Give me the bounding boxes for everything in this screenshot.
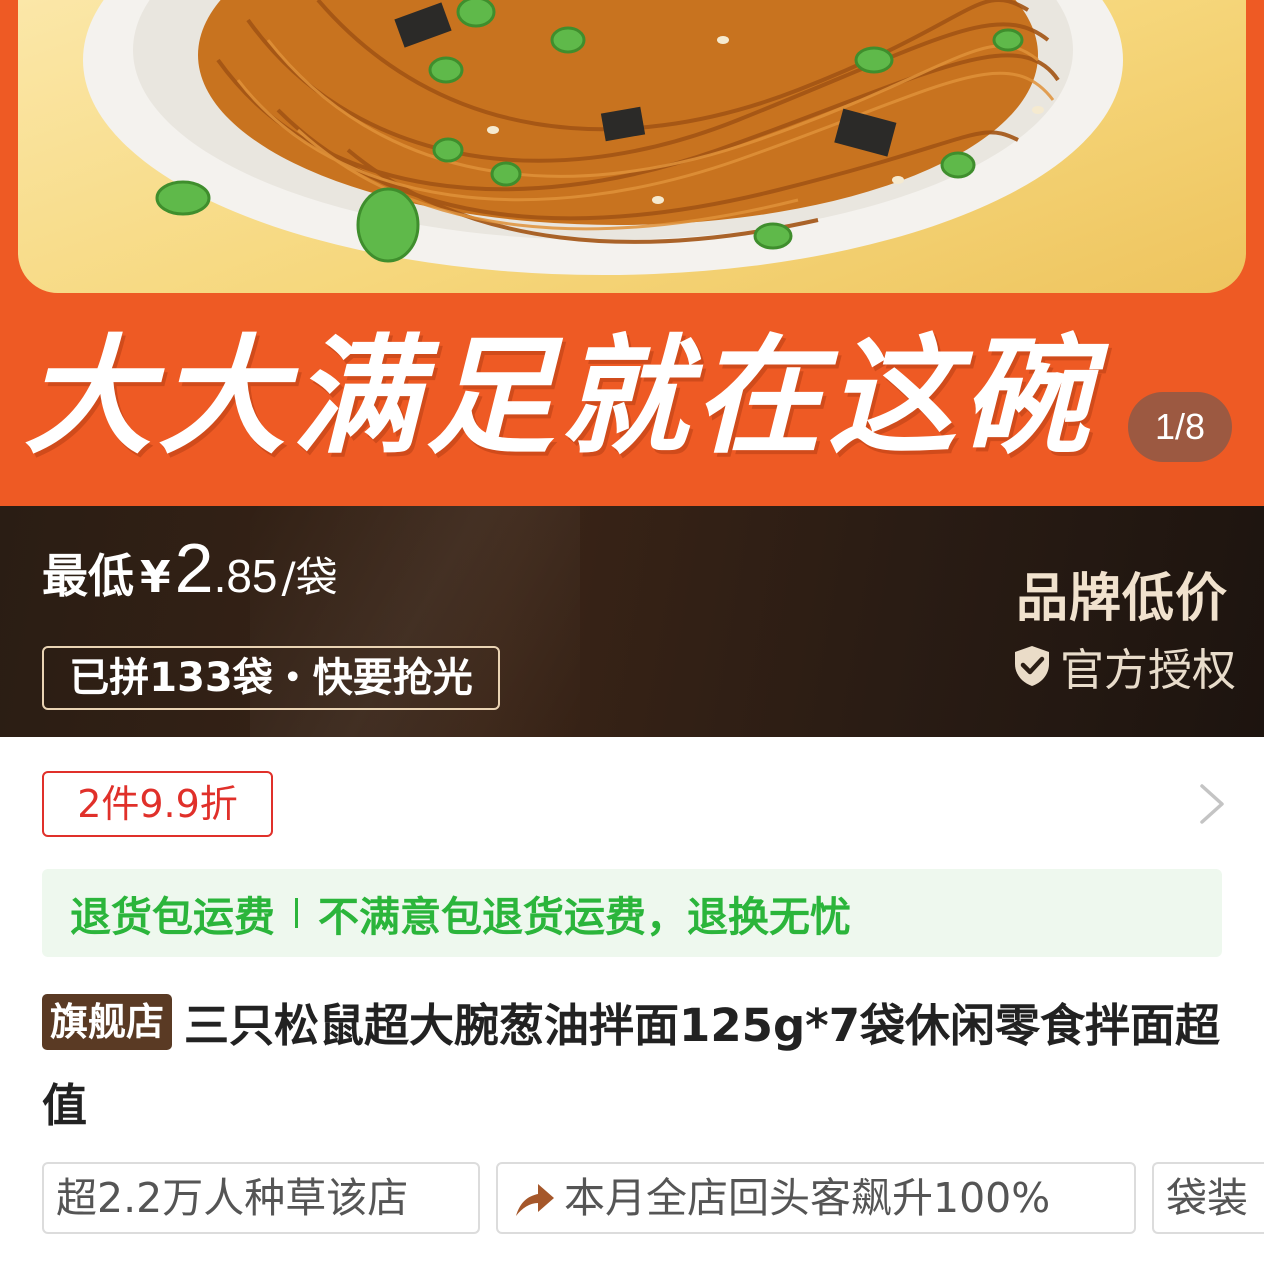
- lowest-price: 最低 ¥ 2 .85 /袋: [42, 528, 338, 618]
- chevron-right-icon[interactable]: [1196, 782, 1228, 826]
- image-page-counter: 1/8: [1128, 392, 1232, 462]
- currency-symbol: ¥: [140, 552, 171, 603]
- product-title: 旗舰店 三只松鼠超大腕葱油拌面125g*7袋休闲零食拌面超值: [42, 986, 1232, 1146]
- store-followers-tag[interactable]: 超2.2万人种草该店: [42, 1162, 480, 1234]
- discount-coupon-tag[interactable]: 2件9.9折: [42, 771, 273, 837]
- packaging-tag[interactable]: 袋装: [1152, 1162, 1264, 1234]
- return-shipping-label: 退货包运费: [70, 893, 275, 941]
- store-followers-label: 超2.2万人种草该店: [56, 1174, 409, 1222]
- divider: [295, 898, 298, 928]
- trending-up-arrow-icon: [516, 1184, 554, 1216]
- price-decimal: .85: [213, 550, 278, 602]
- shield-check-icon: [1015, 646, 1049, 686]
- return-shipping-guarantee[interactable]: 退货包运费 不满意包退货运费，退换无忧: [42, 869, 1222, 957]
- returning-customers-label: 本月全店回头客飙升100%: [564, 1174, 1051, 1222]
- group-buy-sold-badge: 已拼133袋・快要抢光: [42, 646, 500, 710]
- product-title-text: 三只松鼠超大腕葱油拌面125g*7袋休闲零食拌面超值: [42, 999, 1221, 1132]
- price-integer: 2: [174, 529, 214, 607]
- noodle-bowl-photo: [18, 0, 1246, 293]
- returning-customers-tag[interactable]: 本月全店回头客飙升100%: [496, 1162, 1136, 1234]
- flagship-store-tag: 旗舰店: [42, 994, 173, 1050]
- official-authorization-label: 官方授权: [1060, 645, 1236, 696]
- price-unit: /袋: [281, 553, 338, 602]
- hero-slogan: 大大满足就在这碗: [24, 323, 1097, 472]
- official-authorization: 官方授权: [1012, 638, 1236, 696]
- packaging-label: 袋装: [1166, 1174, 1248, 1222]
- brand-low-price-label: 品牌低价: [1016, 569, 1229, 629]
- product-image-carousel[interactable]: 大大满足就在这碗 1/8: [0, 0, 1264, 506]
- price-prefix: 最低: [42, 549, 134, 603]
- return-shipping-detail: 不满意包退货运费，退换无忧: [318, 893, 851, 941]
